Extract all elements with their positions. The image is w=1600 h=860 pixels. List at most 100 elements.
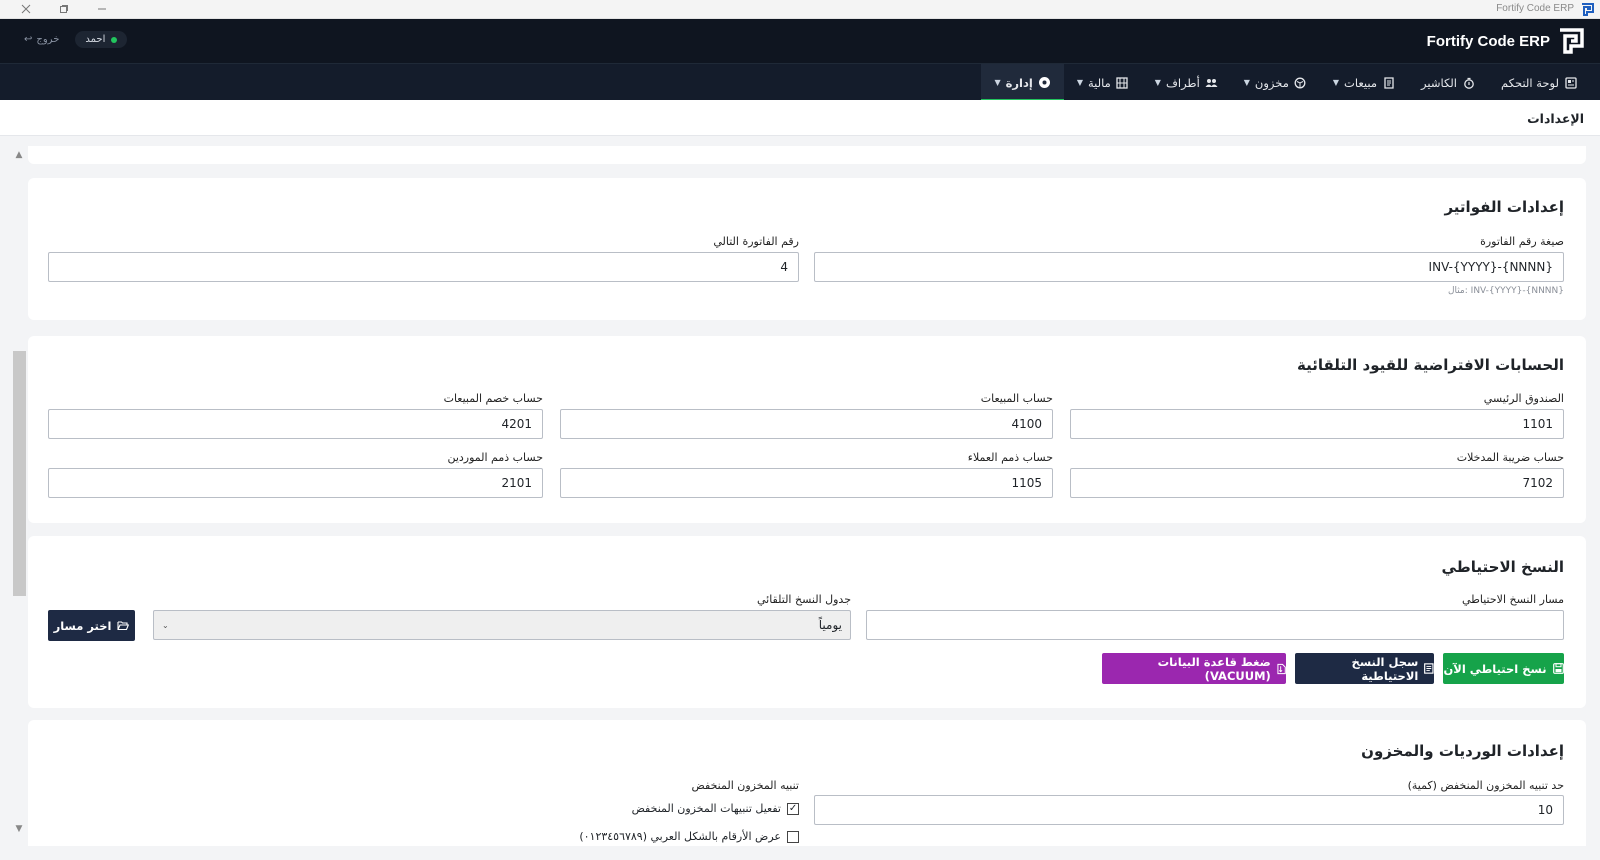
enable-low-stock-alerts-label: تفعيل تنبيهات المخزون المنخفض (631, 802, 781, 815)
main-nav: لوحة التحكم الكاشير مبيعات ▼ مخزون ▼ أطر… (0, 63, 1600, 101)
settings-scroll-area[interactable]: ▲ ▼ إعدادات الفواتير صيغة رقم الفاتورة I… (0, 146, 1600, 846)
previous-settings-card (28, 146, 1586, 164)
box-icon (1294, 76, 1307, 89)
logout-icon: ↩ (24, 34, 33, 45)
user-name: احمد (85, 34, 106, 45)
main-cash-input[interactable]: 1101 (1070, 409, 1564, 439)
scroll-down-icon[interactable]: ▼ (12, 822, 26, 836)
choose-path-button[interactable]: اختر مسار (48, 610, 135, 641)
chevron-down-icon: ▼ (1243, 78, 1250, 87)
backup-schedule-select[interactable]: ⌄ يومياً (153, 610, 851, 640)
backup-schedule-label: جدول النسخ التلقائي (756, 593, 851, 606)
minimize-icon (98, 8, 106, 10)
invoice-format-label: صيغة رقم الفاتورة (1480, 235, 1564, 248)
header-user-area: احمد خروج ↩ (24, 31, 128, 48)
scrollbar-thumb[interactable] (13, 351, 26, 596)
sales-account-input[interactable]: 4100 (560, 409, 1053, 439)
input-tax-input[interactable]: 7102 (1070, 468, 1564, 498)
restore-window-button[interactable] (48, 1, 80, 17)
brand: Fortify Code ERP (1427, 28, 1584, 54)
vacuum-database-label: ضغط قاعدة البيانات (VACUUM) (1157, 654, 1271, 683)
backup-path-label: مسار النسخ الاحتياطي (1461, 593, 1564, 606)
sales-discount-label: حساب خصم المبيعات (443, 392, 543, 405)
nav-item-finance[interactable]: مالية ▼ (1064, 64, 1142, 101)
cashier-icon (1462, 76, 1475, 89)
next-invoice-input[interactable]: 4 (48, 252, 799, 282)
nav-label: الكاشير (1421, 75, 1458, 90)
gear-icon (1038, 76, 1051, 89)
choose-path-label: اختر مسار (53, 618, 112, 633)
vacuum-database-button[interactable]: ضغط قاعدة البيانات (VACUUM) (1102, 653, 1286, 684)
nav-item-parties[interactable]: أطراف ▼ (1142, 64, 1231, 101)
backup-log-button[interactable]: سجل النسخ الاحتياطية (1295, 653, 1434, 684)
page-titlebar: الإعدادات (0, 100, 1600, 136)
payables-input[interactable]: 2101 (48, 468, 543, 498)
default-accounts-card: الحسابات الافتراضية للقيود التلقائية الص… (28, 336, 1586, 523)
finance-icon (1116, 76, 1129, 89)
backup-card: النسخ الاحتياطي مسار النسخ الاحتياطي جدو… (28, 536, 1586, 708)
low-stock-threshold-label: حد تنبيه المخزون المنخفض (كمية) (1407, 779, 1564, 792)
app-logo-icon (1582, 3, 1594, 16)
nav-item-cashier[interactable]: الكاشير (1408, 64, 1488, 101)
folder-open-icon (117, 621, 130, 631)
minimize-window-button[interactable] (86, 1, 118, 17)
nav-list: لوحة التحكم الكاشير مبيعات ▼ مخزون ▼ أطر… (981, 64, 1590, 101)
backup-path-input[interactable] (866, 610, 1564, 640)
nav-item-sales[interactable]: مبيعات ▼ (1320, 64, 1408, 101)
card-title: النسخ الاحتياطي (1441, 558, 1565, 576)
window-controls (10, 1, 118, 17)
document-icon (1424, 663, 1434, 674)
nav-label: لوحة التحكم (1501, 75, 1559, 90)
arabic-numerals-label: عرض الأرقام بالشكل العربي (٠١٢٣٤٥٦٧٨٩) (579, 830, 781, 843)
invoice-settings-card: إعدادات الفواتير صيغة رقم الفاتورة INV-{… (28, 178, 1586, 320)
logout-button[interactable]: خروج ↩ (24, 34, 59, 45)
main-cash-label: الصندوق الرئيسي (1483, 392, 1564, 405)
backup-log-label: سجل النسخ الاحتياطية (1351, 654, 1419, 683)
sales-discount-input[interactable]: 4201 (48, 409, 543, 439)
invoice-format-hint: مثال: INV-{YYYY}-{NNNN} (1447, 286, 1564, 296)
page-title: الإعدادات (1527, 111, 1584, 126)
shifts-inventory-card: إعدادات الورديات والمخزون حد تنبيه المخز… (28, 720, 1586, 846)
scroll-up-icon[interactable]: ▲ (12, 148, 26, 162)
brand-name: Fortify Code ERP (1426, 32, 1550, 50)
receivables-input[interactable]: 1105 (560, 468, 1053, 498)
logout-label: خروج (36, 34, 60, 45)
invoice-format-input[interactable]: INV-{YYYY}-{NNNN} (814, 252, 1564, 282)
chevron-down-icon: ▼ (1332, 78, 1340, 87)
low-stock-alert-label: تنبيه المخزون المنخفض (691, 779, 799, 792)
nav-label: أطراف (1165, 75, 1200, 90)
input-tax-label: حساب ضريبة المدخلات (1456, 451, 1564, 464)
close-window-button[interactable] (10, 1, 42, 17)
chevron-down-icon: ▼ (1154, 78, 1161, 87)
nav-label: مالية (1087, 75, 1111, 90)
compress-icon (1277, 663, 1286, 674)
enable-low-stock-alerts-row[interactable]: ✓ تفعيل تنبيهات المخزون المنخفض (632, 802, 799, 815)
arabic-numerals-checkbox[interactable] (787, 830, 799, 843)
arabic-numerals-row[interactable]: عرض الأرقام بالشكل العربي (٠١٢٣٤٥٦٧٨٩) (579, 830, 799, 843)
payables-label: حساب ذمم الموردين (447, 451, 543, 464)
scrollbar[interactable]: ▲ ▼ (12, 146, 26, 846)
low-stock-threshold-input[interactable]: 10 (814, 795, 1564, 825)
next-invoice-label: رقم الفاتورة التالي (713, 235, 799, 248)
receivables-label: حساب ذمم العملاء (967, 451, 1053, 464)
dashboard-icon (1564, 76, 1577, 89)
user-badge[interactable]: احمد (75, 31, 128, 48)
app-header: Fortify Code ERP احمد خروج ↩ (0, 19, 1600, 63)
sales-account-label: حساب المبيعات (980, 392, 1053, 405)
backup-now-label: نسخ احتياطي الآن (1443, 661, 1547, 676)
nav-label: إدارة (1005, 75, 1033, 90)
nav-item-admin[interactable]: إدارة ▼ (981, 64, 1065, 101)
nav-item-dashboard[interactable]: لوحة التحكم (1488, 64, 1590, 101)
enable-low-stock-alerts-checkbox[interactable]: ✓ (787, 802, 799, 815)
backup-now-button[interactable]: نسخ احتياطي الآن (1443, 653, 1564, 684)
card-title: الحسابات الافتراضية للقيود التلقائية (1296, 356, 1564, 374)
save-icon (1552, 663, 1564, 674)
window-titlebar: Fortify Code ERP (0, 0, 1600, 19)
chevron-down-icon: ⌄ (162, 620, 169, 630)
nav-label: مخزون (1254, 75, 1289, 90)
nav-item-inventory[interactable]: مخزون ▼ (1231, 64, 1320, 101)
card-title: إعدادات الورديات والمخزون (1361, 742, 1564, 760)
online-status-icon (111, 36, 118, 43)
chevron-down-icon: ▼ (1076, 78, 1083, 87)
users-icon (1205, 76, 1218, 89)
